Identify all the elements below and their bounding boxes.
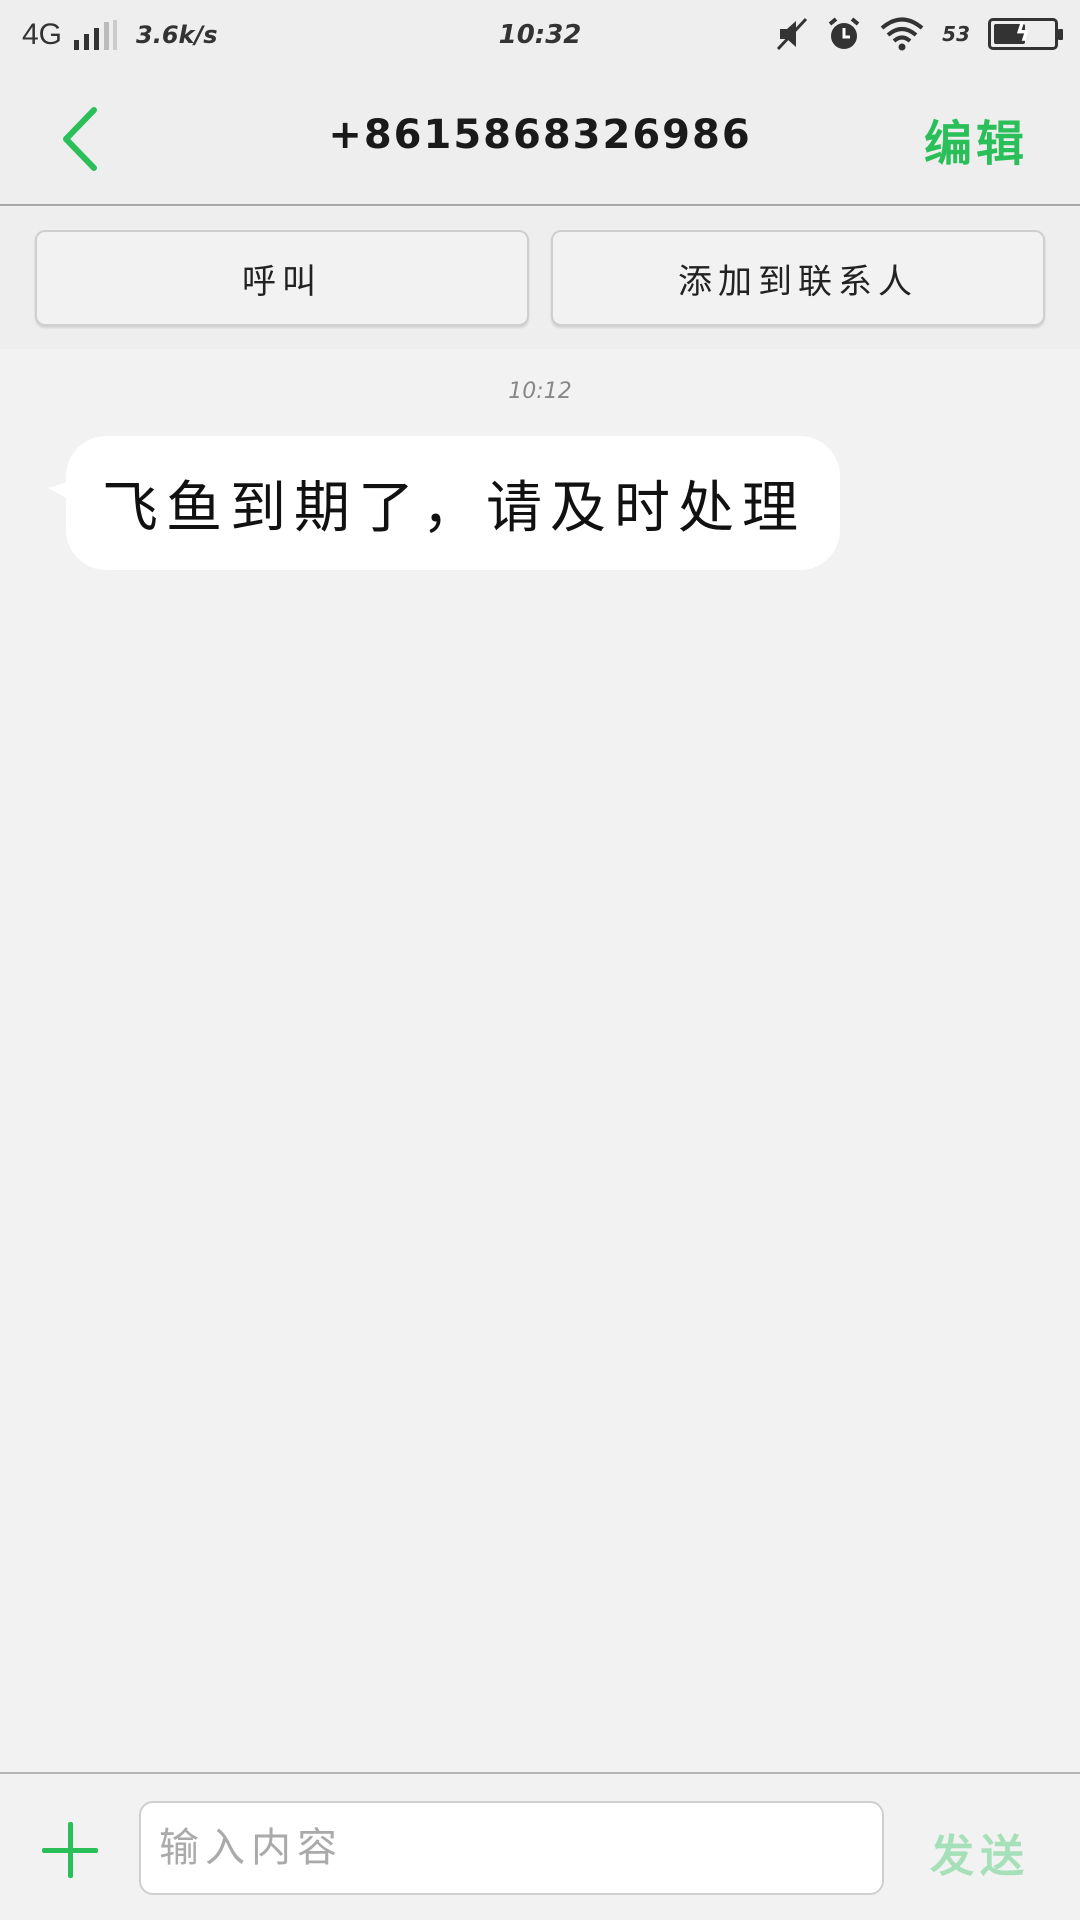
add-to-contacts-button[interactable]: 添加到联系人: [551, 230, 1045, 326]
message-list[interactable]: 10:12 飞鱼到期了，请及时处理: [0, 349, 1080, 1772]
plus-icon[interactable]: [42, 1822, 98, 1878]
status-bar: 4G 3.6k/s 10:32 53 ϟ: [0, 0, 1080, 70]
send-button[interactable]: 发送: [930, 1820, 1030, 1884]
mute-icon: [777, 17, 808, 51]
contact-number: +8615868326986: [328, 112, 752, 158]
battery-icon: ϟ: [988, 18, 1063, 50]
battery-percent: 53: [942, 22, 970, 46]
message-timestamp: 10:12: [508, 379, 572, 404]
message-text: 飞鱼到期了，请及时处理: [102, 475, 806, 541]
wifi-icon: [880, 17, 924, 51]
incoming-message-bubble[interactable]: 飞鱼到期了，请及时处理: [48, 436, 840, 570]
message-composer: 发送: [0, 1772, 1080, 1920]
call-button[interactable]: 呼叫: [35, 230, 529, 326]
back-button[interactable]: [56, 104, 116, 174]
message-input[interactable]: [139, 1801, 884, 1895]
charging-bolt-icon: ϟ: [1015, 19, 1031, 47]
status-right: 53 ϟ: [776, 16, 1063, 52]
edit-button[interactable]: 编辑: [924, 104, 1028, 174]
chevron-left-icon: [63, 107, 97, 171]
thread-header: +8615868326986 编辑: [0, 70, 1080, 206]
contact-actions: 呼叫 添加到联系人: [0, 207, 1080, 349]
sms-thread-screen: 4G 3.6k/s 10:32 53 ϟ +8615868326986 编辑 呼…: [0, 0, 1080, 1920]
alarm-icon: [828, 17, 860, 49]
